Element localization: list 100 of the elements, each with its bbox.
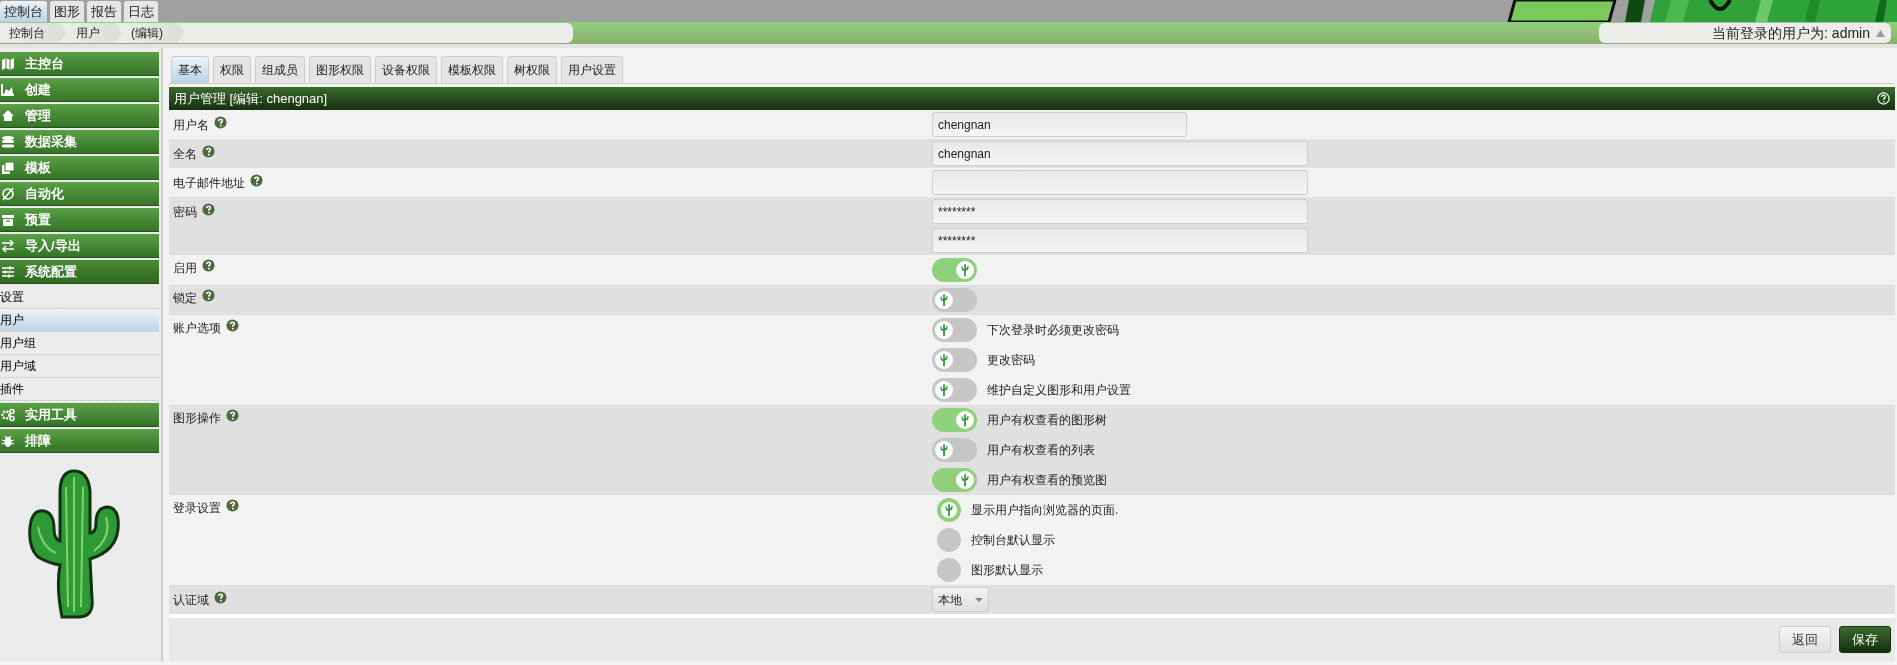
help-icon	[202, 289, 215, 302]
circle-slash-icon	[1, 186, 15, 201]
cactus-icon	[938, 443, 950, 457]
sidebar-section[interactable]: 管理	[0, 104, 159, 128]
field-label: 密码	[173, 204, 197, 221]
input-field[interactable]: ********	[932, 228, 1308, 253]
field-label: 电子邮件地址	[173, 175, 245, 192]
sidebar-item[interactable]: 用户组	[0, 332, 159, 355]
cactus-icon	[959, 263, 971, 277]
sidebar-section[interactable]: 模板	[0, 156, 159, 180]
input-field[interactable]: chengnan	[932, 112, 1187, 137]
option-label: 用户有权查看的列表	[987, 442, 1095, 459]
tab[interactable]: 图形权限	[309, 56, 371, 83]
cactus-icon	[959, 413, 971, 427]
input-field[interactable]: ********	[932, 199, 1308, 224]
help-icon[interactable]	[1877, 92, 1890, 105]
caret-icon	[1876, 29, 1885, 37]
tab[interactable]: 设备权限	[375, 56, 437, 83]
database-icon	[1, 134, 15, 149]
tab[interactable]: 基本	[171, 56, 209, 83]
field-label: 账户选项	[173, 320, 221, 337]
gears-icon	[1, 407, 15, 422]
sidebar-item[interactable]: 插件	[0, 378, 159, 401]
field-label: 图形操作	[173, 410, 221, 427]
radio-button[interactable]	[937, 558, 961, 582]
dropdown[interactable]: 本地	[932, 587, 989, 612]
toggle-switch[interactable]	[932, 288, 977, 312]
option-label: 更改密码	[987, 352, 1035, 369]
field-label: 登录设置	[173, 500, 221, 517]
sidebar-section[interactable]: 导入/导出	[0, 234, 159, 258]
option-label: 下次登录时必须更改密码	[987, 322, 1119, 339]
option-label: 显示用户指向浏览器的页面.	[971, 502, 1119, 519]
option-label: 控制台默认显示	[971, 532, 1055, 549]
cactus-icon	[938, 353, 950, 367]
sidebar-section[interactable]: 排障	[0, 429, 159, 453]
field-label: 用户名	[173, 117, 209, 134]
panel-title: 用户管理 [编辑: chengnan]	[174, 89, 328, 108]
top-tab[interactable]: 图形	[50, 1, 84, 22]
tab[interactable]: 用户设置	[561, 56, 623, 83]
sidebar-section[interactable]: 自动化	[0, 182, 159, 206]
radio-button[interactable]	[937, 528, 961, 552]
sidebar-section[interactable]: 预置	[0, 208, 159, 232]
toggle-switch[interactable]	[932, 378, 977, 402]
field-label: 全名	[173, 146, 197, 163]
help-icon	[214, 591, 227, 604]
toggle-switch[interactable]	[932, 468, 977, 492]
field-label: 锁定	[173, 290, 197, 307]
help-icon	[226, 319, 239, 332]
sliders-icon	[1, 264, 15, 279]
input-field[interactable]	[932, 170, 1308, 195]
field-label: 认证域	[173, 592, 209, 609]
toggle-switch[interactable]	[932, 408, 977, 432]
save-button[interactable]: 保存	[1839, 626, 1891, 653]
tab[interactable]: 组成员	[255, 56, 305, 83]
help-icon	[202, 259, 215, 272]
input-field[interactable]: chengnan	[932, 141, 1308, 166]
copy-icon	[1, 160, 15, 175]
chart-icon	[1, 82, 15, 97]
option-label: 用户有权查看的预览图	[987, 472, 1107, 489]
sidebar-section[interactable]: 主控台	[0, 52, 159, 76]
help-icon	[250, 174, 263, 187]
help-icon	[226, 499, 239, 512]
sidebar-item[interactable]: 用户域	[0, 355, 159, 378]
archive-icon	[1, 212, 15, 227]
field-label: 启用	[173, 260, 197, 277]
tab[interactable]: 树权限	[507, 56, 557, 83]
help-icon	[226, 409, 239, 422]
option-label: 维护自定义图形和用户设置	[987, 382, 1131, 399]
sidebar-section[interactable]: 创建	[0, 78, 159, 102]
bug-icon	[1, 433, 15, 448]
top-tab[interactable]: 控制台	[0, 1, 47, 22]
cactus-icon	[938, 293, 950, 307]
caret-icon	[975, 597, 983, 602]
house-icon	[1, 108, 15, 123]
cactus-icon	[943, 503, 955, 517]
tab[interactable]: 模板权限	[441, 56, 503, 83]
help-icon	[214, 116, 227, 129]
back-button[interactable]: 返回	[1779, 626, 1831, 653]
option-label: 用户有权查看的图形树	[987, 412, 1107, 429]
toggle-switch[interactable]	[932, 348, 977, 372]
sidebar-item[interactable]: 用户	[0, 309, 159, 332]
cactus-icon	[938, 323, 950, 337]
top-tab[interactable]: 日志	[124, 1, 158, 22]
sidebar-section[interactable]: 数据采集	[0, 130, 159, 154]
sidebar-section[interactable]: 实用工具	[0, 403, 159, 427]
toggle-switch[interactable]	[932, 258, 977, 282]
help-icon	[202, 145, 215, 158]
cactus-icon	[938, 383, 950, 397]
help-icon	[202, 203, 215, 216]
tab[interactable]: 权限	[213, 56, 251, 83]
top-tab[interactable]: 报告	[87, 1, 121, 22]
option-label: 图形默认显示	[971, 562, 1043, 579]
cactus-icon	[959, 473, 971, 487]
user-menu[interactable]: 当前登录的用户为: admin	[1599, 23, 1891, 43]
radio-button[interactable]	[937, 498, 961, 522]
arrows-icon	[1, 238, 15, 253]
map-icon	[1, 56, 15, 71]
toggle-switch[interactable]	[932, 318, 977, 342]
toggle-switch[interactable]	[932, 438, 977, 462]
sidebar-section[interactable]: 系统配置	[0, 260, 159, 284]
